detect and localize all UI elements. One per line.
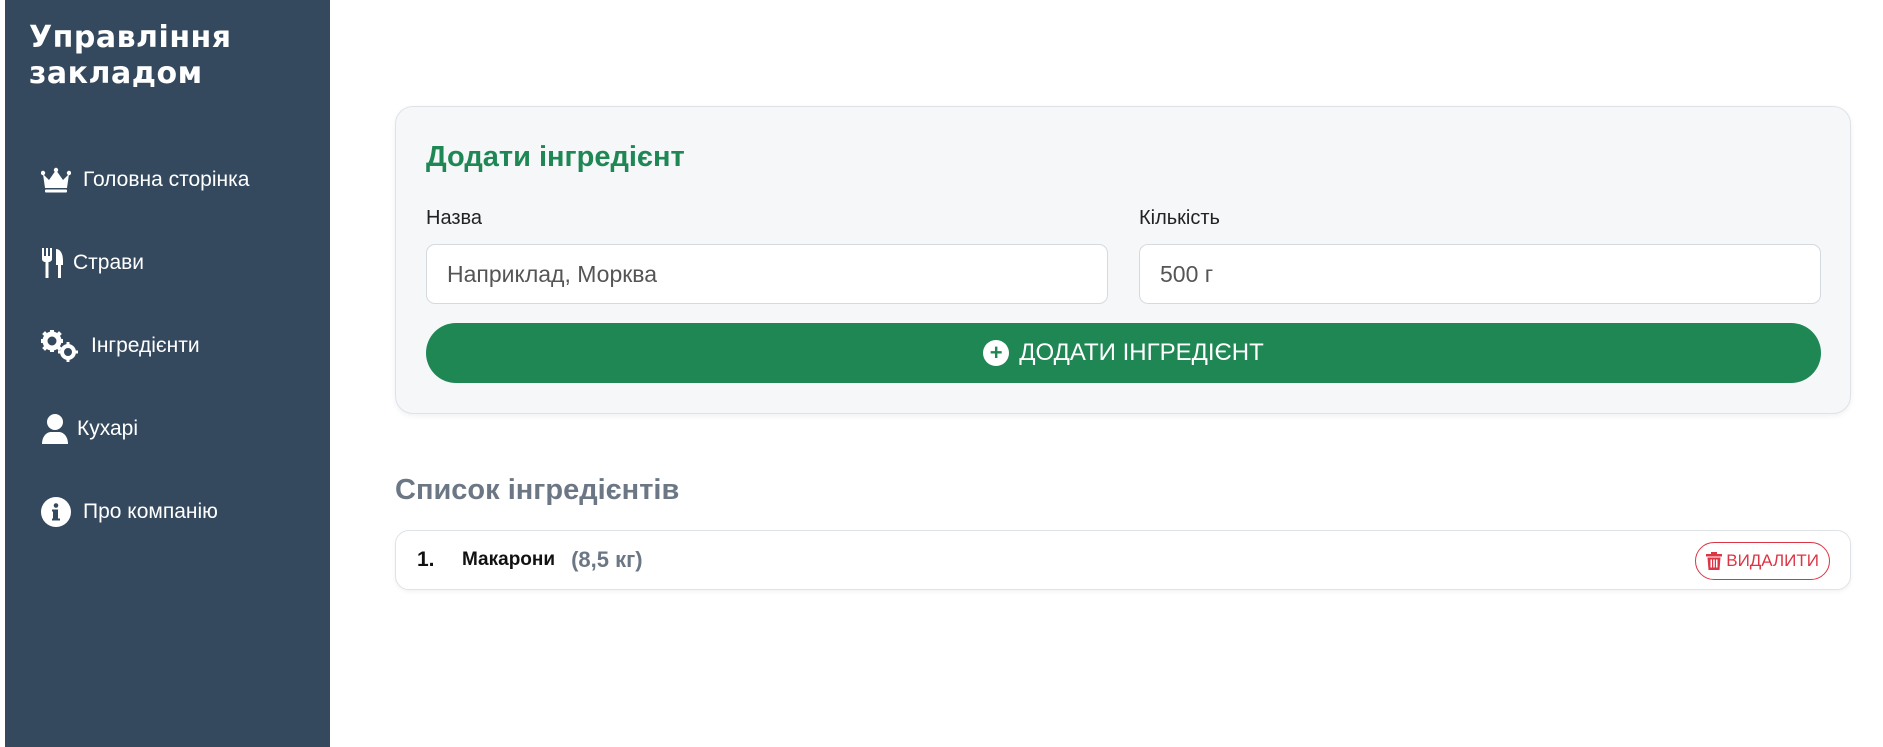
plus-circle-icon: + [983, 340, 1010, 366]
delete-button[interactable]: ВИДАЛИТИ [1695, 542, 1830, 580]
name-input-placeholder: Наприклад, Морква [447, 260, 658, 287]
sidebar-item-cooks[interactable]: Кухарі [5, 387, 330, 470]
delete-button-label: ВИДАЛИТИ [1726, 551, 1819, 570]
quantity-input-placeholder: 500 г [1160, 260, 1214, 287]
sidebar-item-label: Про компанію [83, 499, 218, 523]
ingredient-list-title: Список інгредієнтів [395, 474, 680, 506]
add-ingredient-form: Додати інгредієнт Назва Наприклад, Моркв… [395, 106, 1851, 414]
sidebar: Управління закладом Головна сторінка Стр… [5, 0, 330, 747]
list-item: 1. Макарони (8,5 кг) ВИДАЛИТИ [395, 530, 1851, 590]
quantity-input[interactable]: 500 г [1139, 244, 1821, 304]
utensils-icon [41, 247, 65, 279]
sidebar-item-home[interactable]: Головна сторінка [5, 138, 330, 221]
sidebar-item-label: Інгредієнти [91, 333, 200, 357]
brand-title: Управління закладом [29, 20, 232, 91]
info-circle-icon [41, 496, 71, 527]
sidebar-item-label: Головна сторінка [83, 167, 250, 191]
main-content: Додати інгредієнт Назва Наприклад, Моркв… [330, 0, 1883, 747]
sidebar-item-label: Кухарі [77, 416, 139, 440]
sidebar-item-dishes[interactable]: Страви [5, 221, 330, 304]
sidebar-item-about[interactable]: Про компанію [5, 470, 330, 553]
add-ingredient-button[interactable]: + ДОДАТИ ІНГРЕДІЄНТ [426, 323, 1821, 383]
name-input[interactable]: Наприклад, Морква [426, 244, 1108, 304]
quantity-label: Кількість [1139, 207, 1220, 229]
sidebar-nav: Головна сторінка Страви Інгредієнти Куха… [5, 138, 330, 553]
item-quantity: (8,5 кг) [571, 547, 643, 572]
sidebar-item-label: Страви [73, 250, 145, 274]
sidebar-item-ingredients[interactable]: Інгредієнти [5, 304, 330, 387]
trash-icon [1706, 552, 1723, 570]
item-number: 1. [417, 548, 435, 571]
user-icon [41, 413, 69, 445]
crown-icon [41, 167, 71, 193]
item-name: Макарони [462, 549, 556, 570]
add-ingredient-button-label: ДОДАТИ ІНГРЕДІЄНТ [1019, 339, 1264, 366]
name-label: Назва [426, 207, 483, 229]
form-title: Додати інгредієнт [426, 141, 685, 173]
gears-icon [41, 329, 79, 362]
